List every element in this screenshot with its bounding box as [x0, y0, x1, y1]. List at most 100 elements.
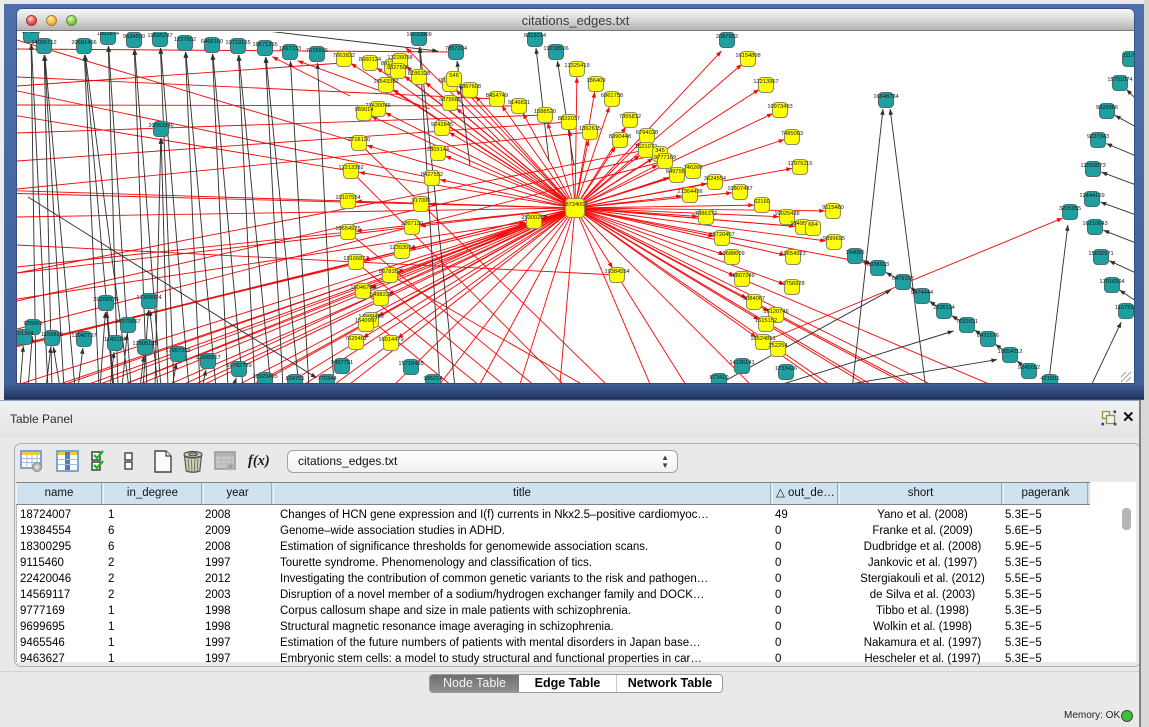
svg-text:16210643: 16210643: [1082, 221, 1107, 227]
svg-text:10654925: 10654925: [335, 226, 360, 232]
svg-text:989014: 989014: [355, 107, 374, 113]
svg-text:10995817: 10995817: [195, 355, 220, 361]
svg-text:10756928: 10756928: [779, 281, 804, 287]
svg-text:546: 546: [449, 73, 459, 79]
svg-text:15720407: 15720407: [709, 232, 734, 238]
svg-text:10719155: 10719155: [225, 40, 250, 46]
svg-text:7955812: 7955812: [619, 114, 641, 120]
svg-text:10107554: 10107554: [335, 195, 360, 201]
svg-text:6794028: 6794028: [636, 130, 658, 136]
svg-text:746266: 746266: [684, 165, 703, 171]
svg-text:18807249: 18807249: [729, 273, 754, 279]
svg-text:1362615: 1362615: [579, 126, 601, 132]
svg-text:8822037: 8822037: [558, 116, 580, 122]
svg-text:6466160: 6466160: [201, 39, 223, 45]
svg-text:9457791: 9457791: [331, 360, 353, 366]
svg-text:8660124: 8660124: [359, 57, 381, 63]
svg-text:12093873: 12093873: [1080, 163, 1105, 169]
svg-text:2718120: 2718120: [348, 137, 370, 143]
svg-text:7986372: 7986372: [695, 211, 717, 217]
svg-text:7485063: 7485063: [781, 131, 803, 137]
svg-text:20053346: 20053346: [148, 123, 173, 129]
svg-text:14055712: 14055712: [31, 40, 56, 46]
svg-text:12213382: 12213382: [338, 165, 363, 171]
svg-text:9899695: 9899695: [823, 236, 845, 242]
svg-text:18724007: 18724007: [562, 202, 587, 208]
svg-text:15751074: 15751074: [1107, 77, 1132, 83]
svg-text:252254: 252254: [769, 343, 788, 349]
svg-text:9777169: 9777169: [654, 155, 676, 161]
svg-text:16154808: 16154808: [735, 53, 760, 59]
svg-text:9115460: 9115460: [822, 205, 844, 211]
svg-text:9245652: 9245652: [1018, 365, 1040, 371]
svg-text:164095: 164095: [846, 250, 865, 256]
svg-text:19218506: 19218506: [543, 46, 568, 52]
svg-text:19654923: 19654923: [780, 251, 805, 257]
svg-text:917006: 917006: [412, 198, 431, 204]
svg-text:1067133: 1067133: [279, 46, 301, 52]
svg-text:99975867: 99975867: [115, 319, 140, 325]
svg-text:15716485: 15716485: [398, 361, 423, 367]
svg-text:9474444: 9474444: [911, 290, 933, 296]
svg-text:935061: 935061: [24, 321, 43, 327]
svg-text:16524851: 16524851: [750, 336, 775, 342]
svg-text:12942737: 12942737: [71, 333, 96, 339]
svg-text:6961758: 6961758: [601, 93, 623, 99]
svg-text:8186328: 8186328: [408, 71, 430, 77]
svg-text:12505135: 12505135: [132, 341, 157, 347]
svg-text:10654112: 10654112: [998, 349, 1023, 355]
svg-text:17016504: 17016504: [1099, 279, 1124, 285]
svg-text:20691406: 20691406: [71, 40, 96, 46]
svg-text:770344: 770344: [318, 376, 337, 382]
svg-text:9327506: 9327506: [387, 65, 409, 71]
svg-text:104394: 104394: [22, 32, 41, 35]
svg-text:10025438: 10025438: [774, 211, 799, 217]
svg-text:9634509: 9634509: [123, 34, 145, 40]
svg-text:3624554: 3624554: [704, 176, 726, 182]
svg-text:20206576: 20206576: [93, 297, 118, 303]
svg-text:21364436: 21364436: [677, 189, 702, 195]
svg-text:2367608: 2367608: [459, 84, 481, 90]
svg-text:2935114: 2935114: [933, 305, 955, 311]
svg-text:9084067: 9084067: [743, 296, 765, 302]
svg-text:62160: 62160: [754, 199, 770, 205]
svg-text:1540997: 1540997: [355, 318, 377, 324]
svg-text:13226058: 13226058: [387, 55, 412, 61]
svg-text:14136141: 14136141: [729, 360, 754, 366]
svg-text:10973493: 10973493: [767, 104, 792, 110]
svg-text:9329966: 9329966: [1096, 105, 1118, 111]
svg-text:9227343: 9227343: [1087, 134, 1109, 140]
svg-text:25300203: 25300203: [521, 215, 546, 221]
svg-text:8678352: 8678352: [379, 269, 401, 275]
svg-text:995214: 995214: [424, 376, 443, 382]
svg-text:11170: 11170: [1123, 53, 1134, 59]
svg-text:12923465: 12923465: [252, 374, 277, 380]
svg-text:19166827: 19166827: [343, 256, 368, 262]
svg-text:16648784: 16648784: [873, 94, 898, 100]
svg-text:10688609: 10688609: [719, 251, 744, 257]
svg-text:16914479: 16914479: [378, 337, 403, 343]
svg-text:7625402: 7625402: [345, 336, 367, 342]
svg-text:16033809: 16033809: [406, 32, 431, 38]
svg-text:1733426: 1733426: [775, 366, 797, 372]
svg-text:8471676: 8471676: [977, 333, 999, 339]
svg-text:7515526: 7515526: [306, 48, 328, 54]
svg-text:7857224: 7857224: [445, 46, 467, 52]
svg-text:8813014: 8813014: [524, 33, 546, 39]
svg-text:1145194: 1145194: [104, 337, 126, 343]
svg-text:8427552: 8427552: [421, 172, 443, 178]
svg-text:664: 664: [808, 222, 818, 228]
svg-text:8454749: 8454749: [486, 93, 508, 99]
svg-text:12353594: 12353594: [389, 245, 414, 251]
svg-text:12975115: 12975115: [788, 161, 813, 167]
svg-text:8938923: 8938923: [867, 262, 889, 268]
svg-text:391394: 391394: [17, 331, 33, 337]
svg-text:3215955: 3215955: [1059, 206, 1081, 212]
svg-text:421501: 421501: [1041, 376, 1060, 382]
svg-text:12213967: 12213967: [753, 79, 778, 85]
svg-text:7632621: 7632621: [956, 319, 978, 325]
svg-text:16046788: 16046788: [350, 285, 375, 291]
svg-text:10807487: 10807487: [727, 186, 752, 192]
svg-text:2087682: 2087682: [716, 34, 738, 40]
svg-text:19384554: 19384554: [604, 269, 629, 275]
